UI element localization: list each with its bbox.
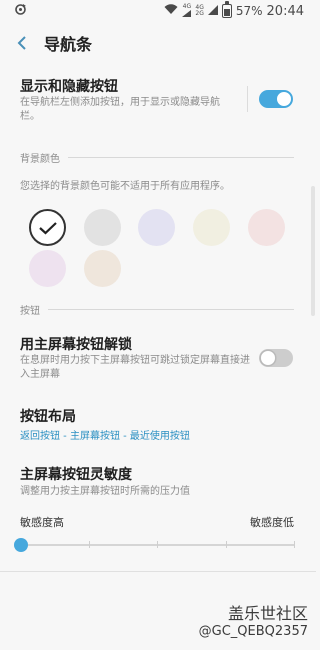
sensitivity-desc: 调整用力按主屏幕按钮时所需的压力值 <box>20 486 190 497</box>
back-button[interactable] <box>0 22 44 64</box>
sensitivity-low-label: 敏感度低 <box>250 516 294 529</box>
network-2: 4G 2G <box>195 5 203 17</box>
background-color-note: 您选择的背景颜色可能不适用于所有应用程序。 <box>20 181 230 192</box>
sensitivity-row: 主屏幕按钮灵敏度 调整用力按主屏幕按钮时所需的压力值 <box>0 462 316 502</box>
color-swatch[interactable] <box>84 209 121 246</box>
app-header: 导航条 <box>0 22 316 64</box>
show-hide-toggle[interactable] <box>259 90 293 108</box>
watermark-user: @GC_QEBQ2357 <box>198 624 308 639</box>
home-unlock-title: 用主屏幕按钮解锁 <box>20 337 132 353</box>
row-divider <box>247 86 248 112</box>
slider-tick <box>225 541 227 548</box>
background-color-header: 背景颜色 <box>20 150 294 165</box>
sync-icon <box>14 3 27 19</box>
section-line <box>68 156 294 158</box>
color-swatch[interactable] <box>29 250 66 287</box>
wifi-icon <box>164 4 178 18</box>
show-hide-title: 显示和隐藏按钮 <box>20 79 118 95</box>
home-unlock-toggle[interactable] <box>259 349 293 367</box>
signal-icon <box>207 4 218 18</box>
sensitivity-labels: 敏感度高 敏感度低 <box>20 514 294 530</box>
status-bar: 4G 4G 2G 57% 20:44 <box>0 0 316 22</box>
slider-tick <box>157 541 158 548</box>
clock: 20:44 <box>266 3 304 19</box>
buttons-section-label: 按钮 <box>20 305 40 317</box>
color-swatch[interactable] <box>84 250 121 287</box>
bottom-divider <box>0 571 316 572</box>
button-layout-row[interactable]: 按钮布局 返回按钮 - 主屏幕按钮 - 最近使用按钮 <box>0 404 316 446</box>
show-hide-desc: 在导航栏左侧添加按钮，用于显示或隐藏导航栏。 <box>20 97 220 122</box>
section-line <box>48 308 294 310</box>
buttons-section-header: 按钮 <box>20 302 294 317</box>
slider-tick <box>88 541 90 548</box>
button-layout-title: 按钮布局 <box>20 409 76 425</box>
home-unlock-row[interactable]: 用主屏幕按钮解锁 在息屏时用力按下主屏幕按钮可跳过锁定屏幕直接进入主屏幕 <box>0 330 316 386</box>
color-swatch[interactable] <box>193 209 230 246</box>
page-title: 导航条 <box>44 35 93 54</box>
checkmark-icon <box>38 221 57 235</box>
background-color-label: 背景颜色 <box>20 153 60 165</box>
show-hide-button-row[interactable]: 显示和隐藏按钮 在导航栏左侧添加按钮，用于显示或隐藏导航栏。 <box>0 72 316 130</box>
battery-percent: 57% <box>235 4 263 18</box>
network-2-bottom-label: 2G <box>195 10 204 17</box>
color-swatch[interactable] <box>29 209 66 246</box>
back-arrow-icon <box>17 36 26 50</box>
scroll-indicator[interactable] <box>311 186 315 316</box>
network-1: 4G <box>182 3 192 19</box>
sensitivity-slider-thumb[interactable] <box>14 538 28 552</box>
color-swatch[interactable] <box>248 209 285 246</box>
slider-tick <box>294 541 295 548</box>
sensitivity-title: 主屏幕按钮灵敏度 <box>20 467 132 483</box>
button-layout-value: 返回按钮 - 主屏幕按钮 - 最近使用按钮 <box>20 431 190 442</box>
sensitivity-high-label: 敏感度高 <box>20 516 64 529</box>
watermark-brand: 盖乐世社区 <box>227 604 308 623</box>
battery-icon <box>221 1 232 18</box>
home-unlock-desc: 在息屏时用力按下主屏幕按钮可跳过锁定屏幕直接进入主屏幕 <box>20 355 250 380</box>
color-swatch[interactable] <box>138 209 175 246</box>
